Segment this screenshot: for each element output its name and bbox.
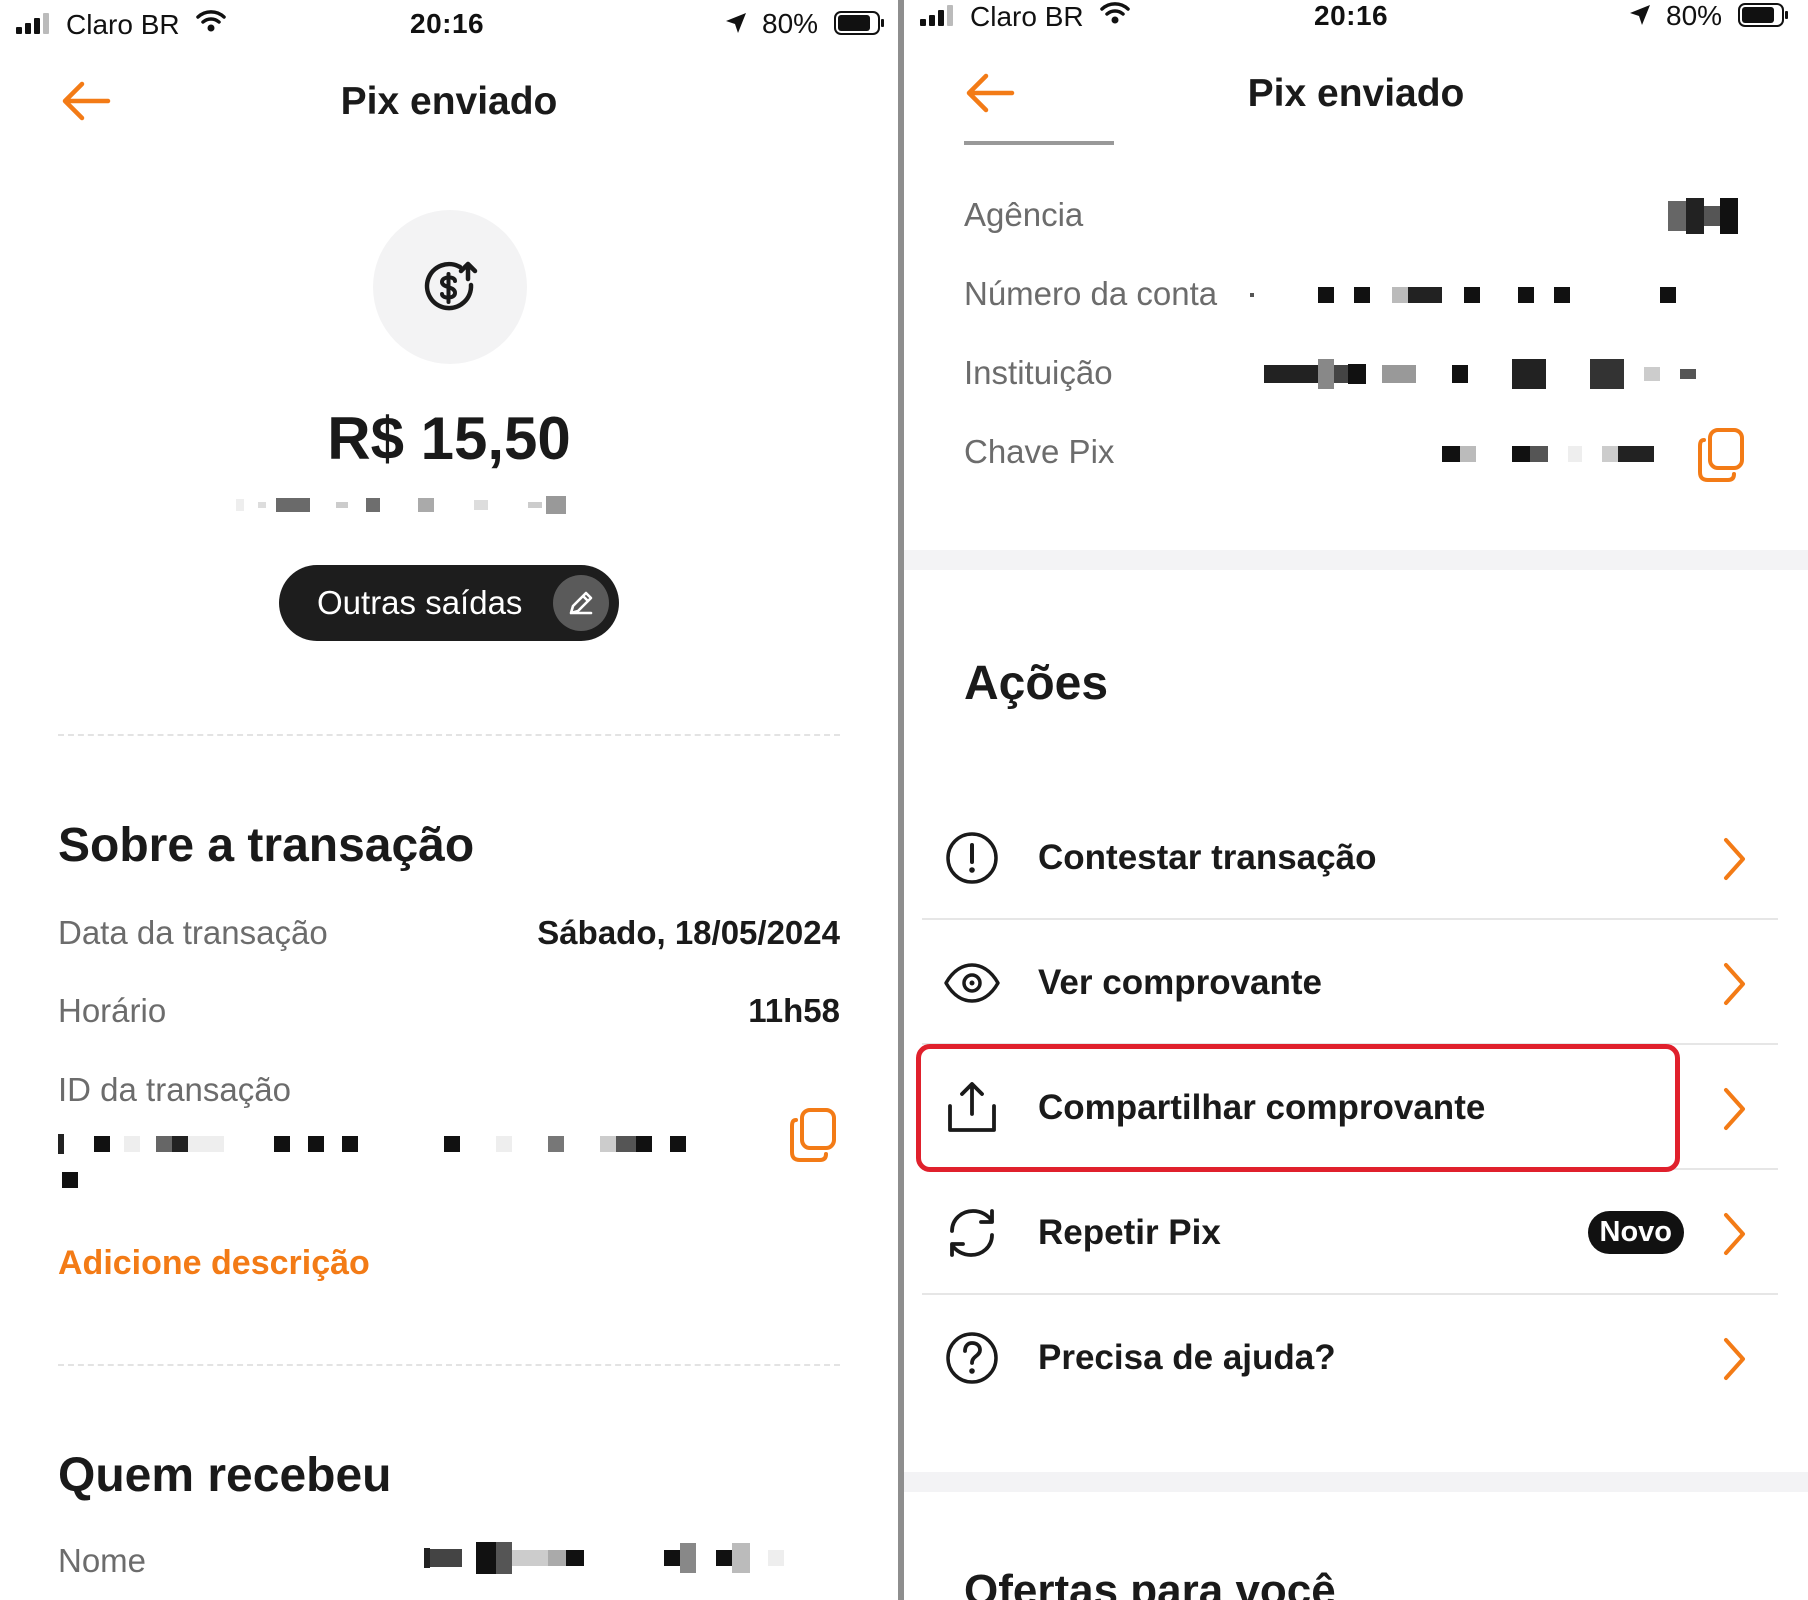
redacted-transaction-id bbox=[58, 1134, 686, 1154]
redacted-account-number bbox=[1250, 286, 1676, 304]
row-divider bbox=[922, 918, 1778, 920]
redacted-agency bbox=[1668, 198, 1738, 234]
page-title: Pix enviado bbox=[340, 80, 558, 123]
action-label: Precisa de ajuda? bbox=[1038, 1338, 1336, 1377]
action-contest-transaction[interactable]: Contestar transação bbox=[922, 796, 1778, 920]
clock: 20:16 bbox=[410, 8, 485, 39]
header: Claro BR 20:16 80% Pix enviado bbox=[904, 0, 1808, 135]
alert-circle-icon bbox=[946, 832, 998, 884]
amount-value: R$ 15,50 bbox=[327, 405, 571, 472]
scrolled-row-remnant bbox=[964, 138, 1114, 148]
battery-icon bbox=[834, 11, 884, 35]
screen-right: Claro BR 20:16 80% Pix enviado Agência N… bbox=[904, 0, 1808, 1600]
transaction-id-label: ID da transação bbox=[58, 1071, 291, 1108]
section-separator bbox=[904, 1472, 1808, 1492]
category-pill[interactable]: Outras saídas bbox=[279, 565, 619, 641]
redacted-transaction-id-tail bbox=[62, 1172, 78, 1188]
clock: 20:16 bbox=[1314, 0, 1389, 31]
action-label: Contestar transação bbox=[1038, 838, 1377, 877]
screen-left: Claro BR 20:16 80% Pix enviado R$ 15,50 bbox=[0, 0, 898, 1600]
battery-percent: 80% bbox=[1666, 0, 1723, 31]
divider bbox=[58, 1364, 840, 1366]
section-title-actions: Ações bbox=[964, 657, 1109, 710]
action-label: Repetir Pix bbox=[1038, 1213, 1221, 1252]
section-separator bbox=[904, 550, 1808, 570]
wifi-icon bbox=[1100, 0, 1130, 33]
action-label: Ver comprovante bbox=[1038, 963, 1322, 1002]
row-divider bbox=[922, 1168, 1778, 1170]
time-value: 11h58 bbox=[748, 992, 840, 1029]
help-circle-icon bbox=[946, 1332, 998, 1384]
action-view-receipt[interactable]: Ver comprovante bbox=[922, 921, 1778, 1045]
redacted-name bbox=[424, 1540, 784, 1576]
signal-icon bbox=[920, 4, 953, 26]
action-label: Compartilhar comprovante bbox=[1038, 1088, 1486, 1127]
row-divider bbox=[922, 1293, 1778, 1295]
status-bar: Claro BR 20:16 80% bbox=[0, 0, 898, 50]
status-bar: Claro BR 20:16 80% bbox=[904, 0, 1808, 42]
redacted-institution bbox=[1264, 356, 1696, 392]
chevron-right-icon bbox=[1724, 1088, 1745, 1130]
share-icon bbox=[948, 1082, 996, 1132]
date-label: Data da transação bbox=[58, 914, 328, 951]
divider bbox=[58, 734, 840, 736]
money-send-icon bbox=[424, 261, 478, 311]
edit-pencil-icon[interactable] bbox=[553, 575, 609, 631]
redacted-pix-key bbox=[1442, 446, 1654, 462]
wifi-icon bbox=[196, 8, 226, 41]
chevron-right-icon bbox=[1724, 963, 1745, 1005]
copy-icon[interactable] bbox=[1694, 426, 1748, 486]
carrier-name: Claro BR bbox=[66, 9, 180, 40]
eye-icon bbox=[944, 963, 1000, 1003]
carrier-name: Claro BR bbox=[970, 1, 1084, 32]
new-badge: Novo bbox=[1587, 1211, 1684, 1254]
repeat-icon bbox=[950, 1209, 994, 1257]
institution-label: Instituição bbox=[964, 354, 1113, 391]
row-divider bbox=[922, 1043, 1778, 1045]
chevron-right-icon bbox=[1724, 838, 1745, 880]
page-title: Pix enviado bbox=[1247, 72, 1465, 115]
chevron-right-icon bbox=[1724, 1213, 1745, 1255]
category-label: Outras saídas bbox=[317, 584, 523, 621]
action-repeat-pix[interactable]: Repetir Pix Novo bbox=[922, 1171, 1778, 1295]
section-title-transaction: Sobre a transação bbox=[58, 819, 475, 872]
battery-percent: 80% bbox=[762, 8, 819, 39]
redacted-recipient bbox=[236, 490, 566, 520]
chevron-right-icon bbox=[1724, 1338, 1745, 1380]
battery-icon bbox=[1738, 3, 1788, 27]
time-label: Horário bbox=[58, 992, 167, 1029]
action-help[interactable]: Precisa de ajuda? bbox=[942, 1296, 1762, 1420]
date-value: Sábado, 18/05/2024 bbox=[537, 914, 840, 951]
section-title-offers: Ofertas para você bbox=[964, 1566, 1336, 1600]
action-share-receipt[interactable]: Compartilhar comprovante bbox=[922, 1046, 1778, 1170]
account-number-label: Número da conta bbox=[964, 275, 1218, 312]
location-arrow-icon bbox=[724, 10, 748, 42]
agency-label: Agência bbox=[964, 196, 1084, 233]
add-description-link[interactable]: Adicione descrição bbox=[58, 1244, 370, 1283]
name-label: Nome bbox=[58, 1542, 147, 1579]
signal-icon bbox=[16, 12, 49, 34]
location-arrow-icon bbox=[1628, 2, 1652, 34]
pix-sent-icon-circle bbox=[373, 210, 527, 364]
section-title-receiver: Quem recebeu bbox=[58, 1449, 392, 1502]
pix-key-label: Chave Pix bbox=[964, 433, 1115, 470]
copy-icon[interactable] bbox=[786, 1106, 840, 1166]
